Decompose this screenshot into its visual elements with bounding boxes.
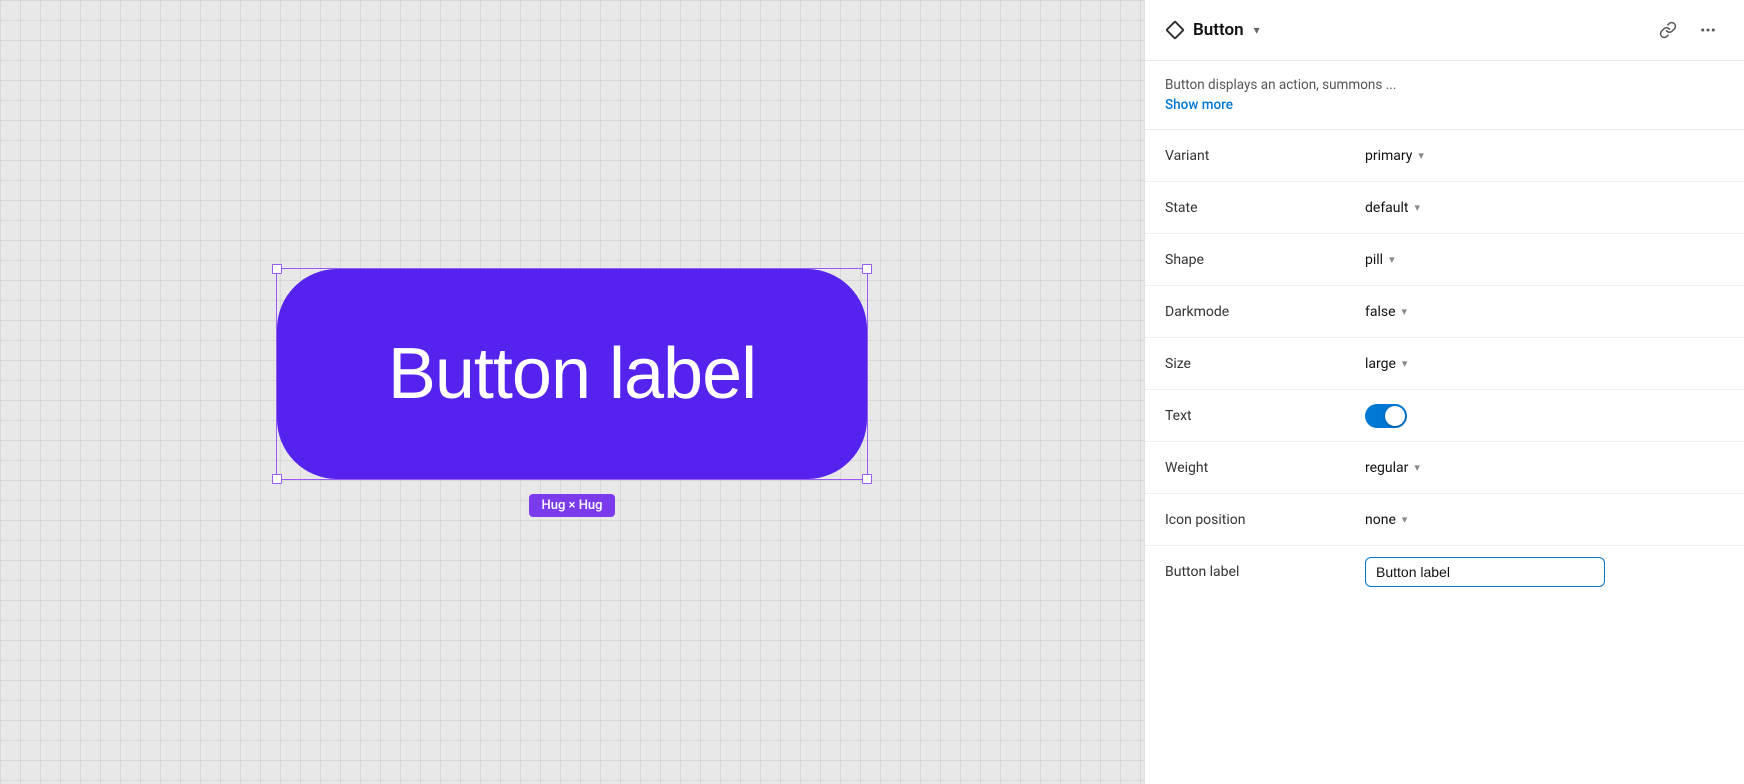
property-row-size: Size large ▾: [1145, 338, 1744, 390]
property-label-button-label: Button label: [1165, 564, 1365, 580]
button-wrapper: Button label Hug × Hug: [276, 268, 868, 517]
panel-title-chevron[interactable]: ▾: [1254, 23, 1260, 37]
weight-caret: ▾: [1414, 461, 1420, 474]
property-row-icon-position: Icon position none ▾: [1145, 494, 1744, 546]
property-value-state[interactable]: default ▾: [1365, 200, 1420, 216]
shape-caret: ▾: [1389, 253, 1395, 266]
handle-bottom-right[interactable]: [862, 474, 872, 484]
property-value-weight[interactable]: regular ▾: [1365, 460, 1420, 476]
property-row-variant: Variant primary ▾: [1145, 130, 1744, 182]
property-value-shape[interactable]: pill ▾: [1365, 252, 1395, 268]
handle-bottom-left[interactable]: [272, 474, 282, 484]
property-label-variant: Variant: [1165, 148, 1365, 164]
property-label-size: Size: [1165, 356, 1365, 372]
property-label-icon-position: Icon position: [1165, 512, 1365, 528]
panel-header: Button ▾: [1145, 0, 1744, 61]
canvas: Button label Hug × Hug: [0, 0, 1144, 784]
property-label-darkmode: Darkmode: [1165, 304, 1365, 320]
property-row-darkmode: Darkmode false ▾: [1145, 286, 1744, 338]
property-label-weight: Weight: [1165, 460, 1365, 476]
panel-description: Button displays an action, summons ...: [1145, 61, 1744, 95]
property-row-shape: Shape pill ▾: [1145, 234, 1744, 286]
handle-top-left[interactable]: [272, 264, 282, 274]
property-value-size[interactable]: large ▾: [1365, 356, 1407, 372]
handle-top-right[interactable]: [862, 264, 872, 274]
properties-list: Variant primary ▾ State default ▾ Shape …: [1145, 130, 1744, 784]
icon-position-caret: ▾: [1402, 513, 1408, 526]
property-row-text: Text: [1145, 390, 1744, 442]
property-label-text: Text: [1165, 408, 1365, 424]
selection-frame: Button label: [276, 268, 868, 480]
property-row-weight: Weight regular ▾: [1145, 442, 1744, 494]
panel-title: Button: [1193, 20, 1244, 40]
property-value-darkmode[interactable]: false ▾: [1365, 304, 1407, 320]
preview-button[interactable]: Button label: [277, 269, 867, 479]
property-row-state: State default ▾: [1145, 182, 1744, 234]
show-more-link[interactable]: Show more: [1145, 95, 1744, 129]
state-caret: ▾: [1415, 201, 1421, 214]
variant-caret: ▾: [1418, 149, 1424, 162]
darkmode-caret: ▾: [1402, 305, 1408, 318]
property-row-button-label: Button label: [1145, 546, 1744, 598]
button-label-input[interactable]: [1365, 557, 1605, 587]
property-value-icon-position[interactable]: none ▾: [1365, 512, 1407, 528]
property-label-state: State: [1165, 200, 1365, 216]
size-caret: ▾: [1402, 357, 1408, 370]
text-toggle[interactable]: [1365, 404, 1407, 428]
toggle-knob: [1385, 406, 1405, 426]
right-panel: Button ▾ Button displays an action, summ…: [1144, 0, 1744, 784]
component-icon: [1165, 20, 1185, 40]
property-value-variant[interactable]: primary ▾: [1365, 148, 1424, 164]
preview-button-label: Button label: [388, 333, 756, 415]
more-options-icon[interactable]: [1692, 14, 1724, 46]
property-label-shape: Shape: [1165, 252, 1365, 268]
edit-icon[interactable]: [1652, 14, 1684, 46]
hug-badge: Hug × Hug: [529, 494, 614, 517]
